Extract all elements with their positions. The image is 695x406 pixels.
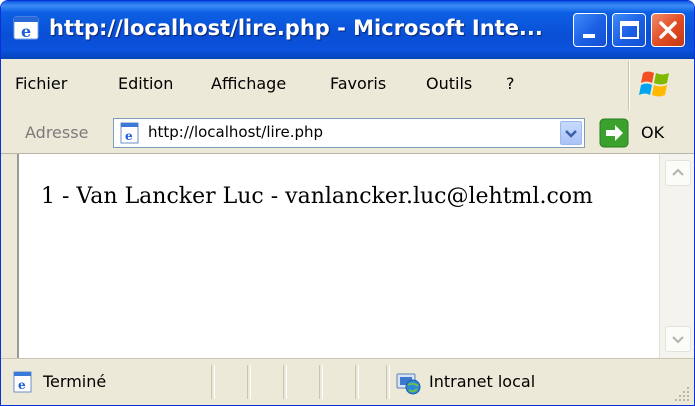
address-input[interactable]: e http://localhost/lire.php <box>113 118 585 148</box>
browser-window: e http://localhost/lire.php - Microsoft … <box>0 0 695 406</box>
status-separator <box>319 365 323 399</box>
chevron-down-icon <box>565 130 577 138</box>
svg-text:e: e <box>21 22 31 41</box>
address-bar: Adresse e http://localhost/lire.php OK <box>1 113 694 154</box>
resize-grip-icon[interactable] <box>673 385 691 403</box>
scroll-down-button[interactable] <box>665 326 691 352</box>
go-arrow-icon[interactable] <box>599 118 629 148</box>
page-content: 1 - Van Lancker Luc - vanlancker.luc@leh… <box>19 154 659 358</box>
address-url: http://localhost/lire.php <box>148 123 324 141</box>
vertical-scrollbar[interactable] <box>659 154 694 358</box>
intranet-globe-icon <box>396 373 421 395</box>
minimize-button[interactable] <box>573 13 607 47</box>
close-button[interactable] <box>651 13 685 47</box>
menu-fichier[interactable]: Fichier <box>15 74 67 93</box>
status-separator <box>211 365 215 399</box>
status-separator <box>355 365 359 399</box>
scroll-up-button[interactable] <box>665 160 691 186</box>
status-bar: e Terminé Intranet local <box>1 358 694 405</box>
address-dropdown-button[interactable] <box>560 121 582 145</box>
window-title: http://localhost/lire.php - Microsoft In… <box>49 16 543 40</box>
menu-affichage[interactable]: Affichage <box>211 74 286 93</box>
status-text: Terminé <box>43 372 107 391</box>
status-separator <box>283 365 287 399</box>
status-separator <box>247 365 251 399</box>
menu-edition[interactable]: Edition <box>118 74 173 93</box>
close-icon <box>659 21 677 39</box>
windows-flag-icon <box>639 71 669 97</box>
svg-text:e: e <box>125 129 133 143</box>
title-bar[interactable]: e http://localhost/lire.php - Microsoft … <box>1 1 694 59</box>
menu-favoris[interactable]: Favoris <box>330 74 386 93</box>
ie-page-icon: e <box>120 122 139 144</box>
menu-help[interactable]: ? <box>506 74 515 93</box>
maximize-button[interactable] <box>612 13 646 47</box>
ie-page-icon: e <box>13 371 32 393</box>
menu-outils[interactable]: Outils <box>426 74 472 93</box>
security-zone-label: Intranet local <box>429 372 536 391</box>
go-button-label[interactable]: OK <box>641 123 664 142</box>
chevron-up-icon <box>672 168 684 176</box>
minimize-icon <box>583 34 595 38</box>
menu-bar: Fichier Edition Affichage Favoris Outils… <box>1 59 694 114</box>
status-separator <box>386 365 390 399</box>
maximize-icon <box>620 21 639 39</box>
ie-logo-icon: e <box>13 16 39 41</box>
menu-separator <box>628 61 630 111</box>
record-row: 1 - Van Lancker Luc - vanlancker.luc@leh… <box>41 184 593 209</box>
address-label: Adresse <box>25 123 89 142</box>
chevron-down-icon <box>672 336 684 344</box>
svg-text:e: e <box>18 378 26 392</box>
